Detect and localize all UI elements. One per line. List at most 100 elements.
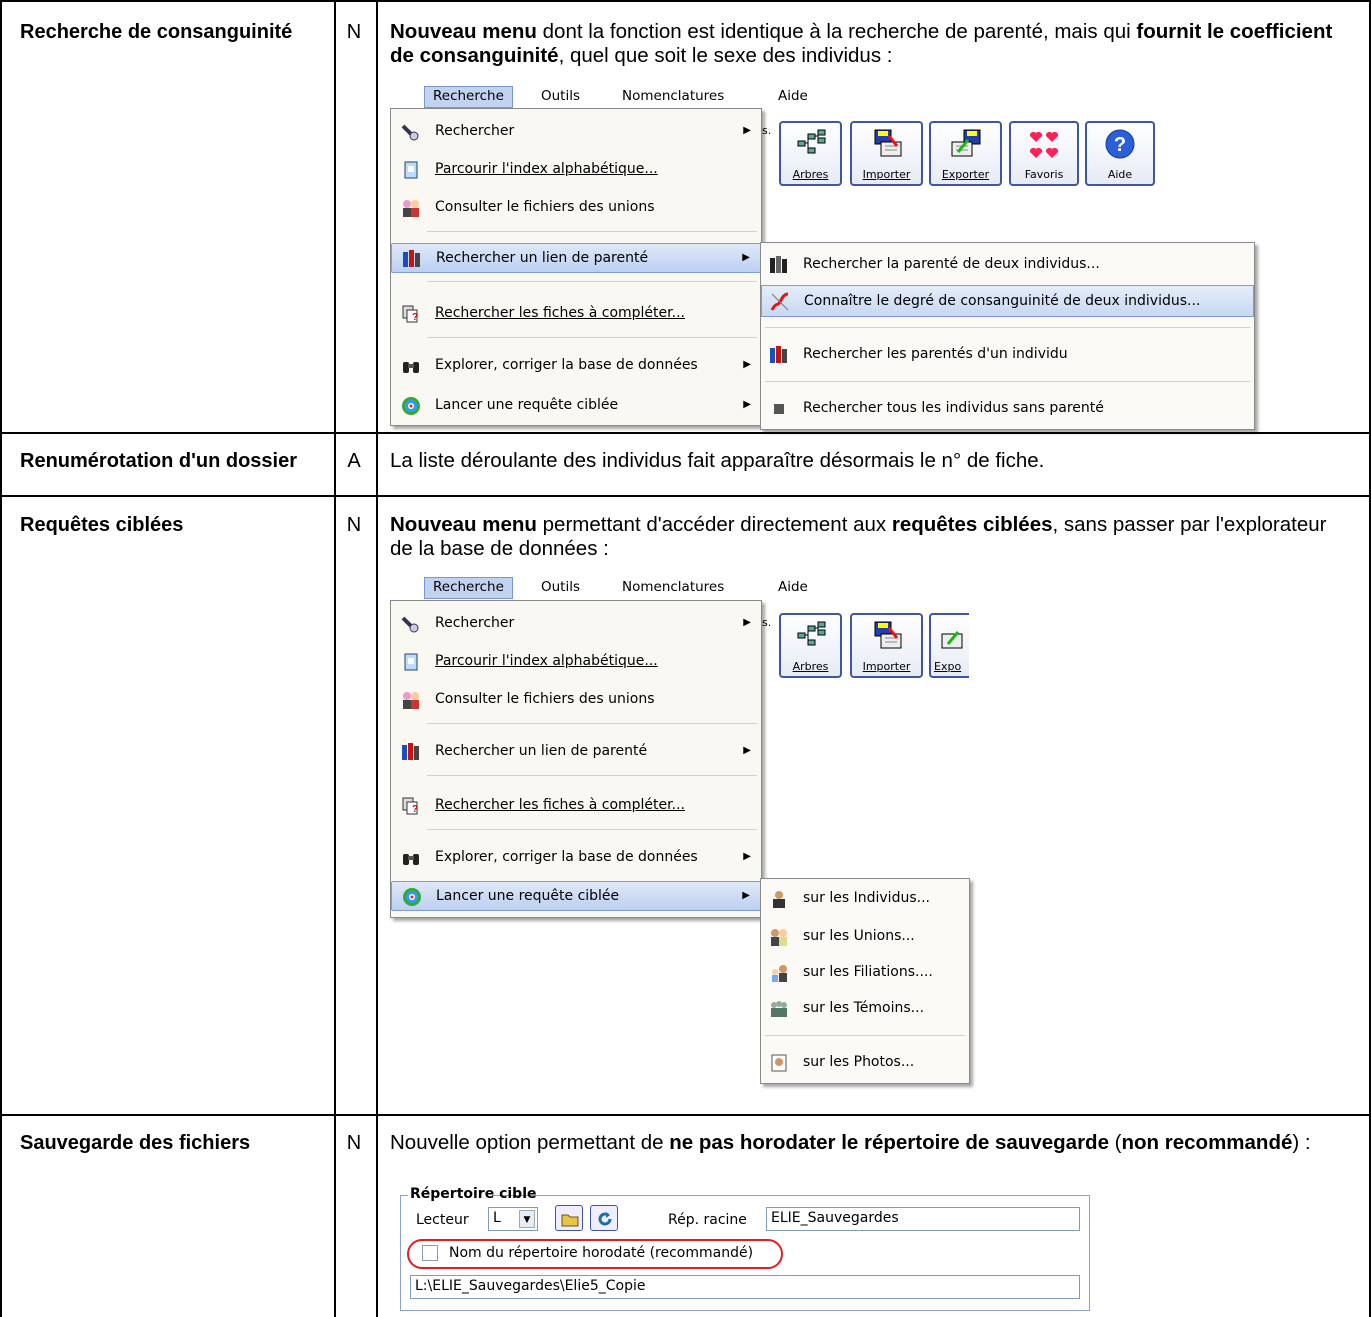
consanguinity-icon (770, 292, 789, 311)
menu-recherche[interactable]: Recherche (424, 577, 513, 599)
row-divider (0, 495, 1371, 497)
index-card-icon (404, 653, 418, 671)
incomplete-cards-icon: ? (402, 797, 418, 815)
horodate-checkbox[interactable] (422, 1245, 438, 1261)
feature-title: Requêtes ciblées (20, 514, 184, 536)
feature-title: Recherche de consanguinité (20, 21, 293, 43)
couple-icon (771, 929, 787, 946)
row-divider (0, 1114, 1371, 1116)
menu-separator (765, 1035, 965, 1036)
toolbar-button-exporter[interactable]: Exporter (929, 121, 1002, 186)
change-code: N (346, 514, 362, 536)
menu-item-consulter-unions[interactable]: Consulter le fichiers des unions (391, 193, 761, 223)
menu-separator (765, 381, 1250, 382)
group-border (400, 1195, 408, 1196)
submenu-item-photos[interactable]: sur les Photos... (761, 1047, 969, 1079)
svg-text:?: ? (1114, 134, 1126, 156)
submenu-item-parentes-individu[interactable]: Rechercher les parentés d'un individu (761, 339, 1254, 371)
table-border-left (0, 0, 2, 1317)
refresh-button[interactable] (590, 1205, 618, 1231)
menu-separator (765, 327, 1250, 328)
folder-icon (561, 1214, 579, 1227)
svg-text:?: ? (412, 312, 418, 323)
toolbar-button-favoris[interactable]: Favoris (1009, 121, 1079, 186)
change-code: A (347, 450, 361, 472)
table-border-top (0, 0, 1371, 2)
photo-icon (771, 1054, 787, 1072)
recherche-dropdown: Rechercher ▶ Parcourir l'index alphabétiq… (390, 108, 762, 426)
chevron-right-icon: ▶ (743, 125, 751, 136)
hearts-icon (1029, 131, 1059, 158)
rep-racine-input[interactable]: ELIE_Sauvegardes (766, 1207, 1080, 1231)
feature-title: Sauvegarde des fichiers (20, 1132, 251, 1154)
menu-separator (427, 829, 757, 830)
change-code: N (346, 1132, 362, 1154)
rep-racine-label: Rép. racine (668, 1212, 747, 1228)
menu-item-rechercher[interactable]: Rechercher ▶ (391, 117, 761, 147)
help-icon: ? (1105, 129, 1135, 159)
chevron-right-icon: ▶ (743, 745, 751, 756)
toolbar-button-importer[interactable]: Importer (850, 613, 923, 678)
chevron-right-icon: ▶ (742, 252, 750, 263)
submenu-item-unions[interactable]: sur les Unions... (761, 921, 969, 953)
toolbar-button-arbres[interactable]: Arbres (779, 121, 842, 186)
menu-nomenclatures[interactable]: Nomenclatures (622, 579, 724, 595)
menu-bar: Recherche Outils Nomenclatures Aide (424, 577, 844, 599)
backup-path-field[interactable]: L:\ELIE_Sauvegardes\Elie5_Copie (410, 1275, 1080, 1299)
menu-item-fiches-completer[interactable]: ? Rechercher les fiches à compléter... (391, 299, 761, 329)
toolbar-button-arbres[interactable]: Arbres (779, 613, 842, 678)
lecteur-select[interactable]: L ▼ (488, 1207, 538, 1231)
lecteur-label: Lecteur (416, 1212, 469, 1228)
index-card-icon (404, 161, 418, 179)
menu-item-explorer-base[interactable]: Explorer, corriger la base de données ▶ (391, 843, 761, 873)
menu-aide[interactable]: Aide (778, 579, 808, 595)
menu-recherche[interactable]: Recherche (424, 86, 513, 108)
menu-item-fiches-completer[interactable]: ? Rechercher les fiches à compléter... (391, 791, 761, 821)
menu-item-explorer-base[interactable]: Explorer, corriger la base de données ▶ (391, 351, 761, 381)
target-icon (402, 397, 420, 415)
menu-outils[interactable]: Outils (541, 579, 580, 595)
group-title: Répertoire cible (410, 1186, 537, 1202)
square-icon (774, 404, 784, 414)
svg-text:?: ? (412, 804, 418, 815)
feature-description: La liste déroulante des individus fait a… (390, 449, 1045, 472)
folder-button[interactable] (555, 1205, 583, 1231)
menu-item-lien-parente[interactable]: Rechercher un lien de parenté ▶ (391, 243, 761, 273)
menu-outils[interactable]: Outils (541, 88, 580, 104)
change-code: N (346, 21, 362, 43)
menu-separator (427, 723, 757, 724)
menu-item-lien-parente[interactable]: Rechercher un lien de parenté ▶ (391, 737, 761, 767)
menu-item-parcourir-index[interactable]: Parcourir l'index alphabétique... (391, 647, 761, 677)
toolbar-button-exporter-partial[interactable]: Expo (929, 613, 969, 678)
toolbar-button-importer[interactable]: Importer (850, 121, 923, 186)
refresh-icon (598, 1212, 612, 1226)
submenu-item-sans-parente[interactable]: Rechercher tous les individus sans paren… (761, 393, 1254, 425)
submenu-item-individus[interactable]: sur les Individus... (761, 883, 969, 915)
feature-description: Nouveau menu dont la fonction est identi… (390, 20, 1333, 67)
menu-item-requete-ciblee[interactable]: Lancer une requête ciblée ▶ (391, 391, 761, 421)
recherche-dropdown: Rechercher ▶ Parcourir l'index alphabétiq… (390, 600, 762, 918)
child-icon (772, 965, 787, 982)
submenu-item-filiations[interactable]: sur les Filiations.... (761, 957, 969, 989)
menu-item-rechercher[interactable]: Rechercher ▶ (391, 609, 761, 639)
menu-item-consulter-unions[interactable]: Consulter le fichiers des unions (391, 685, 761, 715)
submenu-item-consanguinite[interactable]: Connaître le degré de consanguinité de d… (761, 285, 1254, 317)
submenu-item-temoins[interactable]: sur les Témoins... (761, 993, 969, 1025)
column-divider (376, 0, 378, 1317)
flashlight-icon (401, 616, 419, 633)
menu-item-parcourir-index[interactable]: Parcourir l'index alphabétique... (391, 155, 761, 185)
menu-nomenclatures[interactable]: Nomenclatures (622, 88, 724, 104)
menu-item-requete-ciblee[interactable]: Lancer une requête ciblée ▶ (391, 881, 761, 911)
toolbar-partial-label: s. (762, 616, 772, 629)
import-icon (874, 621, 901, 649)
feature-title: Renumérotation d'un dossier (20, 450, 298, 472)
menu-aide[interactable]: Aide (778, 88, 808, 104)
horodate-label: Nom du répertoire horodaté (recommandé) (449, 1245, 754, 1261)
couple-icon (403, 200, 419, 217)
submenu-parente: Rechercher la parenté de deux individus.… (760, 242, 1255, 430)
toolbar-button-aide[interactable]: ? Aide (1085, 121, 1155, 186)
person-icon (773, 891, 785, 908)
toolbar-partial-label: s. (762, 124, 772, 137)
submenu-requete: sur les Individus... sur les Unions... s… (760, 878, 970, 1084)
submenu-item-parente-deux[interactable]: Rechercher la parenté de deux individus.… (761, 249, 1254, 281)
